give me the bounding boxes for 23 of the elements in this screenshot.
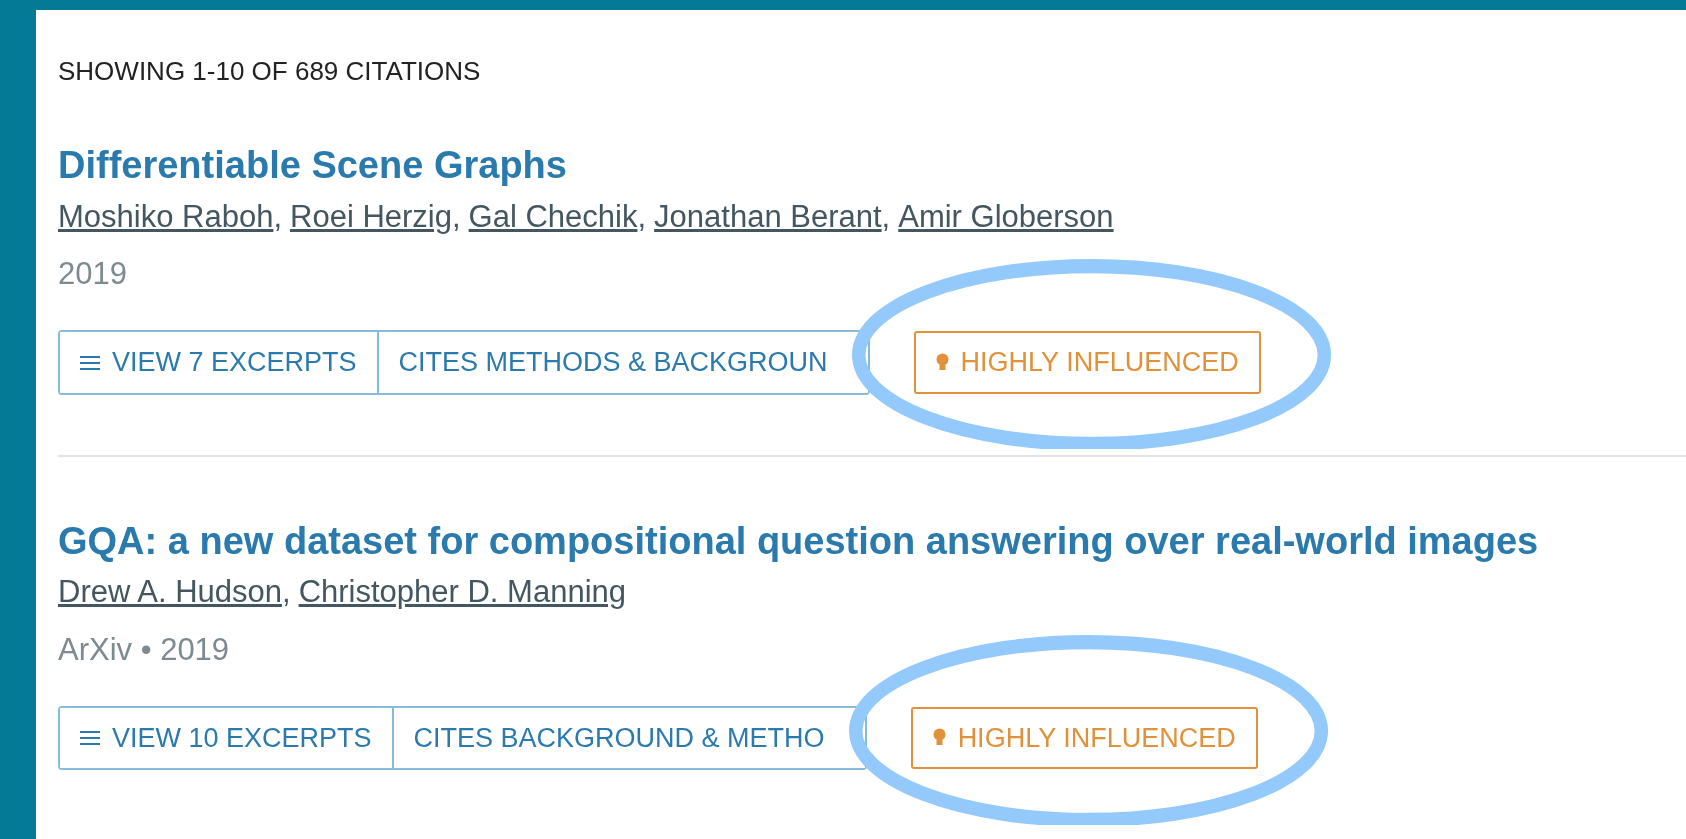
author-separator: , bbox=[637, 197, 647, 236]
citation-intent-button[interactable]: CITES BACKGROUND & METHO bbox=[391, 707, 865, 769]
influence-badge: HIGHLY INFLUENCED bbox=[913, 331, 1261, 394]
author-separator: , bbox=[273, 197, 283, 236]
author-link[interactable]: Amir Globerson bbox=[898, 196, 1114, 238]
citation-intent-button[interactable]: CITES METHODS & BACKGROUN bbox=[376, 332, 868, 393]
menu-icon bbox=[80, 730, 100, 747]
author-link[interactable]: Moshiko Raboh bbox=[58, 196, 274, 238]
author-separator: , bbox=[881, 197, 891, 236]
influence-badge: HIGHLY INFLUENCED bbox=[910, 706, 1258, 770]
results-count: SHOWING 1-10 OF 689 CITATIONS bbox=[58, 56, 482, 88]
citation-title[interactable]: GQA: a new dataset for compositional question answering over real-world images bbox=[58, 518, 1539, 565]
citation-title[interactable]: Differentiable Scene Graphs bbox=[58, 143, 567, 189]
lightbulb-icon bbox=[935, 352, 949, 373]
author-separator: , bbox=[282, 573, 291, 612]
publication-meta: ArXiv • 2019 bbox=[58, 630, 231, 668]
author-link[interactable]: Christopher D. Manning bbox=[298, 572, 626, 613]
author-link[interactable]: Roei Herzig bbox=[290, 196, 452, 238]
menu-icon bbox=[80, 354, 100, 371]
author-link[interactable]: Drew A. Hudson bbox=[58, 572, 282, 613]
publication-meta: 2019 bbox=[58, 255, 128, 293]
author-link[interactable]: Jonathan Berant bbox=[654, 196, 882, 238]
author-separator: , bbox=[452, 197, 461, 236]
